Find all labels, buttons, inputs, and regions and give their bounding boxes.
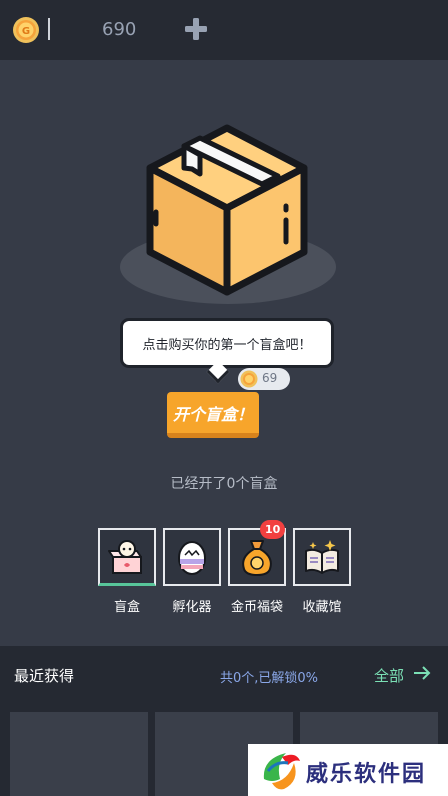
coin-balance: 690 [102,19,137,40]
blind-box-icon [108,540,142,574]
cardboard-box-icon [146,124,308,296]
price-tag: 69 [238,368,290,390]
opened-count-text: 已经开了0个盲盒 [170,476,278,492]
shortcut-blind-box[interactable]: 盲盒 [98,528,156,616]
speech-text: 点击购买你的第一个盲盒吧！ [142,337,312,353]
watermark-text: 威乐软件园 [306,762,427,787]
price-value: 69 [262,371,278,385]
notification-badge: 10 [260,520,286,539]
shortcut-incubator[interactable]: 孵化器 [163,528,221,616]
watermark: 威乐软件园 [248,744,448,796]
shortcut-collection[interactable]: 收藏馆 [293,528,351,616]
view-all-link[interactable]: 全部 [374,665,404,686]
speech-bubble: 点击购买你的第一个盲盒吧！ [120,318,334,368]
leaf-logo-icon [263,753,300,790]
shortcut-tile [163,528,221,586]
shortcut-label: 收藏馆 [302,600,342,615]
shortcut-coin-bag[interactable]: 10 金币福袋 [228,520,286,616]
coin-icon [240,370,258,388]
book-icon [305,540,339,574]
recent-title: 最近获得 [14,667,75,685]
money-bag-icon [242,540,272,576]
svg-text:G: G [22,26,30,37]
plus-icon[interactable] [182,15,210,43]
open-blind-box-button[interactable]: 开个盲盒！ [167,392,259,438]
shortcut-tile [98,528,156,586]
top-divider [48,18,50,40]
arrow-right-icon[interactable] [412,664,432,682]
recent-stats: 共0个,已解锁0% [220,671,319,686]
shortcut-tile [293,528,351,586]
egg-icon [178,541,206,575]
coin-icon: G [13,17,39,43]
shortcut-row: 盲盒 孵化器 10 金币福袋 收藏馆 [98,520,352,616]
blind-box-illustration [118,118,340,308]
recent-item-card[interactable] [10,712,148,796]
top-bar: G 690 [0,0,448,60]
